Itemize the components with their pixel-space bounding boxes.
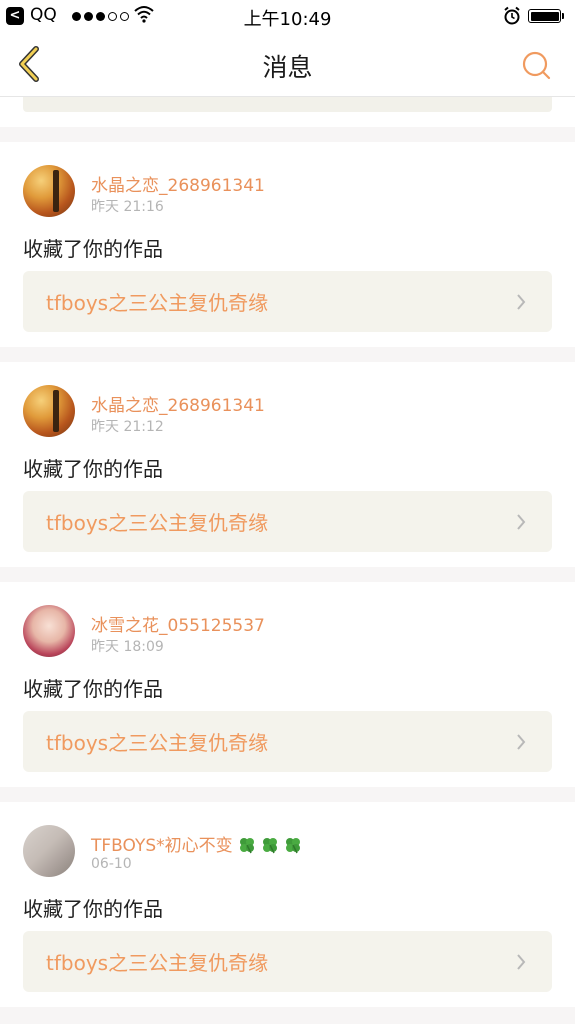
- four-leaf-clover-icon: [239, 838, 254, 854]
- battery-tip: [562, 13, 564, 19]
- timestamp: 昨天 18:09: [91, 639, 164, 655]
- avatar[interactable]: [23, 385, 75, 437]
- work-link[interactable]: tfboys之三公主复仇奇缘: [23, 711, 552, 772]
- work-title: tfboys之三公主复仇奇缘: [46, 951, 269, 975]
- avatar[interactable]: [23, 825, 75, 877]
- username-link[interactable]: TFBOYS*初心不变: [91, 831, 302, 856]
- work-link[interactable]: tfboys之三公主复仇奇缘: [23, 271, 552, 332]
- username-link[interactable]: 水晶之恋_268961341: [91, 391, 265, 416]
- chevron-right-icon: [517, 514, 526, 530]
- action-text: 收藏了你的作品: [23, 677, 163, 701]
- work-link[interactable]: tfboys之三公主复仇奇缘: [23, 491, 552, 552]
- clock: 上午10:49: [243, 9, 332, 30]
- work-title: tfboys之三公主复仇奇缘: [46, 511, 269, 535]
- username-link[interactable]: 水晶之恋_268961341: [91, 171, 265, 196]
- four-leaf-clover-icon: [262, 838, 277, 854]
- list-item: 水晶之恋_268961341 昨天 21:16 收藏了你的作品 tfboys之三…: [0, 142, 575, 347]
- timestamp: 昨天 21:12: [91, 419, 164, 435]
- avatar[interactable]: [23, 605, 75, 657]
- page-title: 消息: [262, 53, 313, 82]
- action-text: 收藏了你的作品: [23, 897, 163, 921]
- timestamp: 06-10: [91, 856, 132, 872]
- status-bar: < QQ 上午10:49: [0, 0, 575, 32]
- work-title: tfboys之三公主复仇奇缘: [46, 291, 269, 315]
- work-link-partial[interactable]: [23, 97, 552, 112]
- list-item: TFBOYS*初心不变 06-10 收藏了你的作品 tfboys之三公主复仇奇缘: [0, 802, 575, 1007]
- work-title: tfboys之三公主复仇奇缘: [46, 731, 269, 755]
- action-text: 收藏了你的作品: [23, 237, 163, 261]
- alarm-clock-icon: [504, 6, 520, 25]
- chevron-right-icon: [517, 954, 526, 970]
- username-text: TFBOYS*初心不变: [91, 836, 233, 856]
- avatar[interactable]: [23, 165, 75, 217]
- list-item: 水晶之恋_268961341 昨天 21:12 收藏了你的作品 tfboys之三…: [0, 362, 575, 567]
- message-list: 水晶之恋_268961341 昨天 21:16 收藏了你的作品 tfboys之三…: [0, 97, 575, 1007]
- username-link[interactable]: 冰雪之花_055125537: [91, 611, 265, 636]
- nav-bar: 消息: [0, 32, 575, 97]
- battery-icon: [528, 9, 561, 23]
- list-item: 冰雪之花_055125537 昨天 18:09 收藏了你的作品 tfboys之三…: [0, 582, 575, 787]
- list-item-partial: [0, 97, 575, 127]
- four-leaf-clover-icon: [285, 838, 300, 854]
- chevron-right-icon: [517, 734, 526, 750]
- chevron-right-icon: [517, 294, 526, 310]
- action-text: 收藏了你的作品: [23, 457, 163, 481]
- search-icon[interactable]: [520, 49, 552, 81]
- work-link[interactable]: tfboys之三公主复仇奇缘: [23, 931, 552, 992]
- timestamp: 昨天 21:16: [91, 199, 164, 215]
